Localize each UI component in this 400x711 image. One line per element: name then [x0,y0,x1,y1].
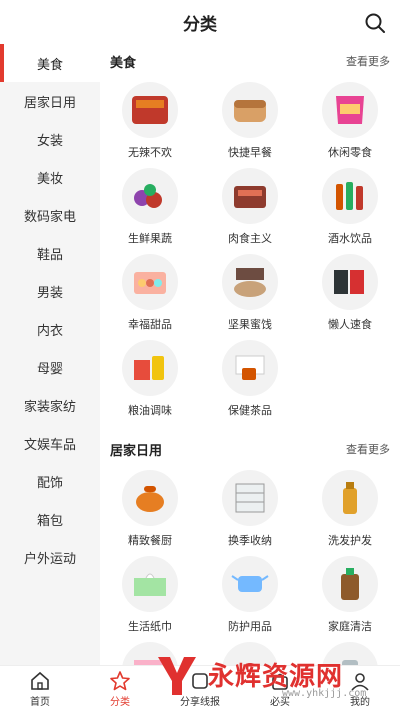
sidebar-item-men[interactable]: 男装 [0,272,100,310]
category-tile[interactable]: 懒人速食 [300,250,400,336]
category-tile[interactable]: 换季收纳 [200,466,300,552]
tea-icon [222,340,278,396]
category-tile[interactable] [100,638,200,665]
sidebar-item-beauty[interactable]: 美妆 [0,158,100,196]
storage-box-icon [222,470,278,526]
see-more-link[interactable]: 查看更多 [346,53,390,69]
tab-home[interactable]: 首页 [0,666,80,711]
category-tile[interactable]: 休闲零食 [300,78,400,164]
spicy-meat-icon [122,82,178,138]
shampoo-icon [322,470,378,526]
category-tile[interactable]: 酒水饮品 [300,164,400,250]
pot-icon [122,470,178,526]
home-grid: 精致餐厨 换季收纳 洗发护发 生活纸巾 防护用品 家庭清洁 [100,466,400,665]
oil-rice-icon [122,340,178,396]
sidebar-item-underwear[interactable]: 内衣 [0,310,100,348]
sidebar-item-women[interactable]: 女装 [0,120,100,158]
category-tile[interactable]: 粮油调味 [100,336,200,422]
category-tile[interactable]: 保健茶品 [200,336,300,422]
category-tile[interactable]: 防护用品 [200,552,300,638]
nuts-icon [222,254,278,310]
cleaner-icon [322,556,378,612]
top-bar: 分类 [0,0,400,44]
category-tile[interactable]: 快捷早餐 [200,78,300,164]
bottom-tab-bar: 首页 分类 分享线报 必买 我的 [0,665,400,711]
sidebar-item-outdoor[interactable]: 户外运动 [0,538,100,576]
bread-icon [222,82,278,138]
sidebar-item-shoes[interactable]: 鞋品 [0,234,100,272]
jar-icon [322,642,378,665]
towel-icon [122,642,178,665]
category-tile[interactable]: 无辣不欢 [100,78,200,164]
sidebar-item-baby[interactable]: 母婴 [0,348,100,386]
category-tile[interactable]: 坚果蜜饯 [200,250,300,336]
tab-mine[interactable]: 我的 [320,666,400,711]
instant-food-icon [322,254,378,310]
category-tile[interactable]: 精致餐厨 [100,466,200,552]
tab-must-buy[interactable]: 必买 [240,666,320,711]
category-tile[interactable]: 家庭清洁 [300,552,400,638]
sidebar-item-accessories[interactable]: 配饰 [0,462,100,500]
meat-box-icon [222,168,278,224]
tab-category[interactable]: 分类 [80,666,160,711]
sidebar-item-home[interactable]: 居家日用 [0,82,100,120]
see-more-link[interactable]: 查看更多 [346,441,390,457]
sidebar-item-bags[interactable]: 箱包 [0,500,100,538]
snack-bag-icon [322,82,378,138]
category-tile[interactable] [300,638,400,665]
section-header-home: 居家日用 查看更多 [100,432,400,466]
section-header-food: 美食 查看更多 [100,44,400,78]
sidebar-item-digital[interactable]: 数码家电 [0,196,100,234]
home-icon [31,671,49,690]
user-icon [351,672,369,691]
category-sidebar: 美食 居家日用 女装 美妆 数码家电 鞋品 男装 内衣 母婴 家装家纺 文娱车品… [0,44,100,665]
bottles-icon [322,168,378,224]
section-title: 美食 [110,54,137,70]
category-tile[interactable]: 肉食主义 [200,164,300,250]
sidebar-item-entertainment[interactable]: 文娱车品 [0,424,100,462]
share-icon [192,672,208,689]
category-tile[interactable]: 幸福甜品 [100,250,200,336]
fruit-icon [122,168,178,224]
category-tile[interactable]: 生活纸巾 [100,552,200,638]
tissue-icon [122,556,178,612]
section-title: 居家日用 [110,442,163,458]
category-tile[interactable] [200,638,300,665]
sidebar-item-food[interactable]: 美食 [0,44,100,82]
mask-icon [222,556,278,612]
bag-icon [272,673,288,690]
category-tile[interactable]: 生鲜果蔬 [100,164,200,250]
tab-share[interactable]: 分享线报 [160,666,240,711]
category-tile[interactable]: 洗发护发 [300,466,400,552]
search-icon[interactable] [364,12,386,34]
macaron-icon [122,254,178,310]
sidebar-item-decor[interactable]: 家装家纺 [0,386,100,424]
page-title: 分类 [183,14,217,34]
food-grid: 无辣不欢 快捷早餐 休闲零食 生鲜果蔬 肉食主义 酒水饮品 幸福甜品 坚果蜜饯 [100,78,400,422]
deer-icon [222,642,278,665]
category-content: 美食 查看更多 无辣不欢 快捷早餐 休闲零食 生鲜果蔬 肉食主义 酒水饮品 幸福… [100,44,400,665]
star-icon [110,670,130,690]
